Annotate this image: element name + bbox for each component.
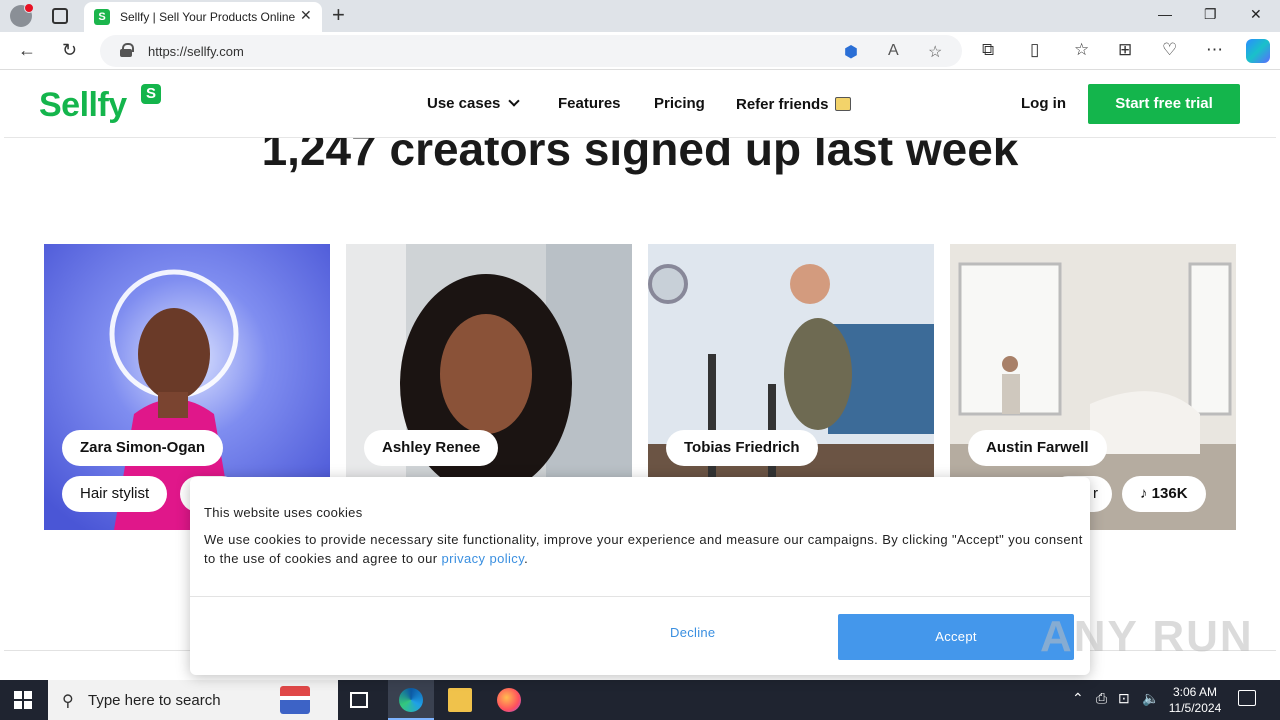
minimize-icon[interactable]: — [1158, 6, 1172, 22]
window-close-icon[interactable]: ✕ [1250, 6, 1262, 23]
sellfy-favicon-icon: S [94, 9, 110, 25]
notification-icon[interactable] [1238, 690, 1256, 706]
cookie-title: This website uses cookies [204, 505, 363, 520]
taskbar-search[interactable]: ⚲ Type here to search [48, 680, 338, 720]
browser-essentials-icon[interactable]: ♡ [1162, 40, 1177, 60]
windows-taskbar: ⚲ Type here to search ⌃ ⎙ ⊡ 🔈 3:06 AM 11… [0, 680, 1280, 720]
extensions-icon[interactable]: ⧉ [982, 40, 994, 60]
cookie-body: We use cookies to provide necessary site… [204, 532, 1083, 566]
chevron-down-icon [508, 95, 521, 107]
browser-tab-strip: S Sellfy | Sell Your Products Online ✕ +… [0, 0, 1280, 32]
cookie-body-end: . [524, 551, 529, 566]
tab-close-icon[interactable]: ✕ [300, 7, 312, 24]
firefox-icon[interactable] [497, 688, 521, 712]
tiktok-followers: ♪ 136K [1122, 476, 1206, 512]
address-bar[interactable]: https://sellfy.com ⬢ A ☆ [100, 35, 962, 67]
logo-text: Sellfy [39, 86, 127, 124]
favorites-icon[interactable]: ☆ [1074, 40, 1089, 60]
shopping-icon[interactable]: ⬢ [844, 42, 858, 62]
tray-chevron-icon[interactable]: ⌃ [1072, 690, 1084, 707]
tray-device-icon[interactable]: ⎙ [1096, 690, 1107, 707]
creator-name: Zara Simon-Ogan [62, 430, 224, 466]
address-toolbar: ← ↻ https://sellfy.com ⬢ A ☆ ⧉ ▯ ☆ ⊞ ♡ ⋯ [0, 32, 1280, 70]
accept-button[interactable]: Accept [838, 614, 1074, 660]
anyrun-watermark: ANY RUN [1040, 612, 1254, 661]
creator-tag: Hair stylist [62, 476, 168, 512]
nav-features[interactable]: Features [558, 95, 621, 112]
task-view-icon[interactable] [350, 692, 368, 708]
read-aloud-icon[interactable]: A [888, 42, 899, 60]
nav-refer-friends[interactable]: Refer friends [736, 95, 851, 113]
network-icon[interactable]: ⊡ [1118, 690, 1130, 707]
new-tab-icon[interactable]: + [332, 4, 345, 26]
restore-icon[interactable]: ❐ [1204, 6, 1217, 23]
taskbar-search-placeholder: Type here to search [88, 692, 221, 709]
clock-date: 11/5/2024 [1168, 701, 1222, 715]
follower-count: 136K [1151, 485, 1188, 502]
search-highlight-icon [280, 686, 310, 714]
browser-tab-active[interactable]: S Sellfy | Sell Your Products Online ✕ [84, 2, 322, 32]
tab-actions-icon[interactable] [52, 8, 68, 24]
lock-icon[interactable] [120, 43, 134, 57]
site-header: Sellfy S Use cases Features Pricing Refe… [4, 70, 1276, 138]
file-explorer-icon[interactable] [448, 688, 472, 712]
volume-icon[interactable]: 🔈 [1142, 690, 1159, 707]
windows-start-icon[interactable] [14, 691, 32, 709]
search-icon: ⚲ [62, 693, 74, 710]
login-link[interactable]: Log in [1021, 95, 1066, 112]
privacy-policy-link[interactable]: privacy policy [441, 551, 524, 566]
clock-time: 3:06 AM [1172, 685, 1218, 699]
nav-pricing[interactable]: Pricing [654, 95, 705, 112]
nav-use-cases-label: Use cases [427, 95, 501, 112]
system-clock[interactable]: 3:06 AM 11/5/2024 [1160, 684, 1230, 716]
creator-name: Tobias Friedrich [666, 430, 818, 466]
copilot-icon[interactable] [1246, 39, 1270, 63]
more-menu-icon[interactable]: ⋯ [1206, 40, 1223, 60]
logo-badge-icon: S [141, 84, 161, 104]
collections-icon[interactable]: ⊞ [1118, 40, 1132, 60]
nav-use-cases[interactable]: Use cases [427, 95, 521, 112]
gift-icon [834, 97, 851, 111]
edge-taskbar-icon[interactable] [399, 688, 423, 712]
nav-refer-label: Refer friends [736, 96, 829, 113]
profile-avatar-icon[interactable] [10, 3, 34, 27]
cookie-divider [190, 596, 1090, 597]
tab-title: Sellfy | Sell Your Products Online [120, 10, 296, 24]
cookie-text: We use cookies to provide necessary site… [204, 530, 1084, 568]
creator-name: Austin Farwell [968, 430, 1107, 466]
favorite-star-icon[interactable]: ☆ [928, 42, 942, 62]
start-free-trial-button[interactable]: Start free trial [1088, 84, 1240, 124]
tiktok-icon: ♪ [1140, 485, 1148, 502]
split-screen-icon[interactable]: ▯ [1030, 40, 1039, 60]
decline-button[interactable]: Decline [670, 625, 715, 640]
back-icon[interactable]: ← [18, 40, 36, 61]
url-text[interactable]: https://sellfy.com [148, 44, 244, 59]
cookie-banner: This website uses cookies We use cookies… [190, 477, 1090, 675]
refresh-icon[interactable]: ↻ [62, 40, 77, 61]
creator-name: Ashley Renee [364, 430, 499, 466]
